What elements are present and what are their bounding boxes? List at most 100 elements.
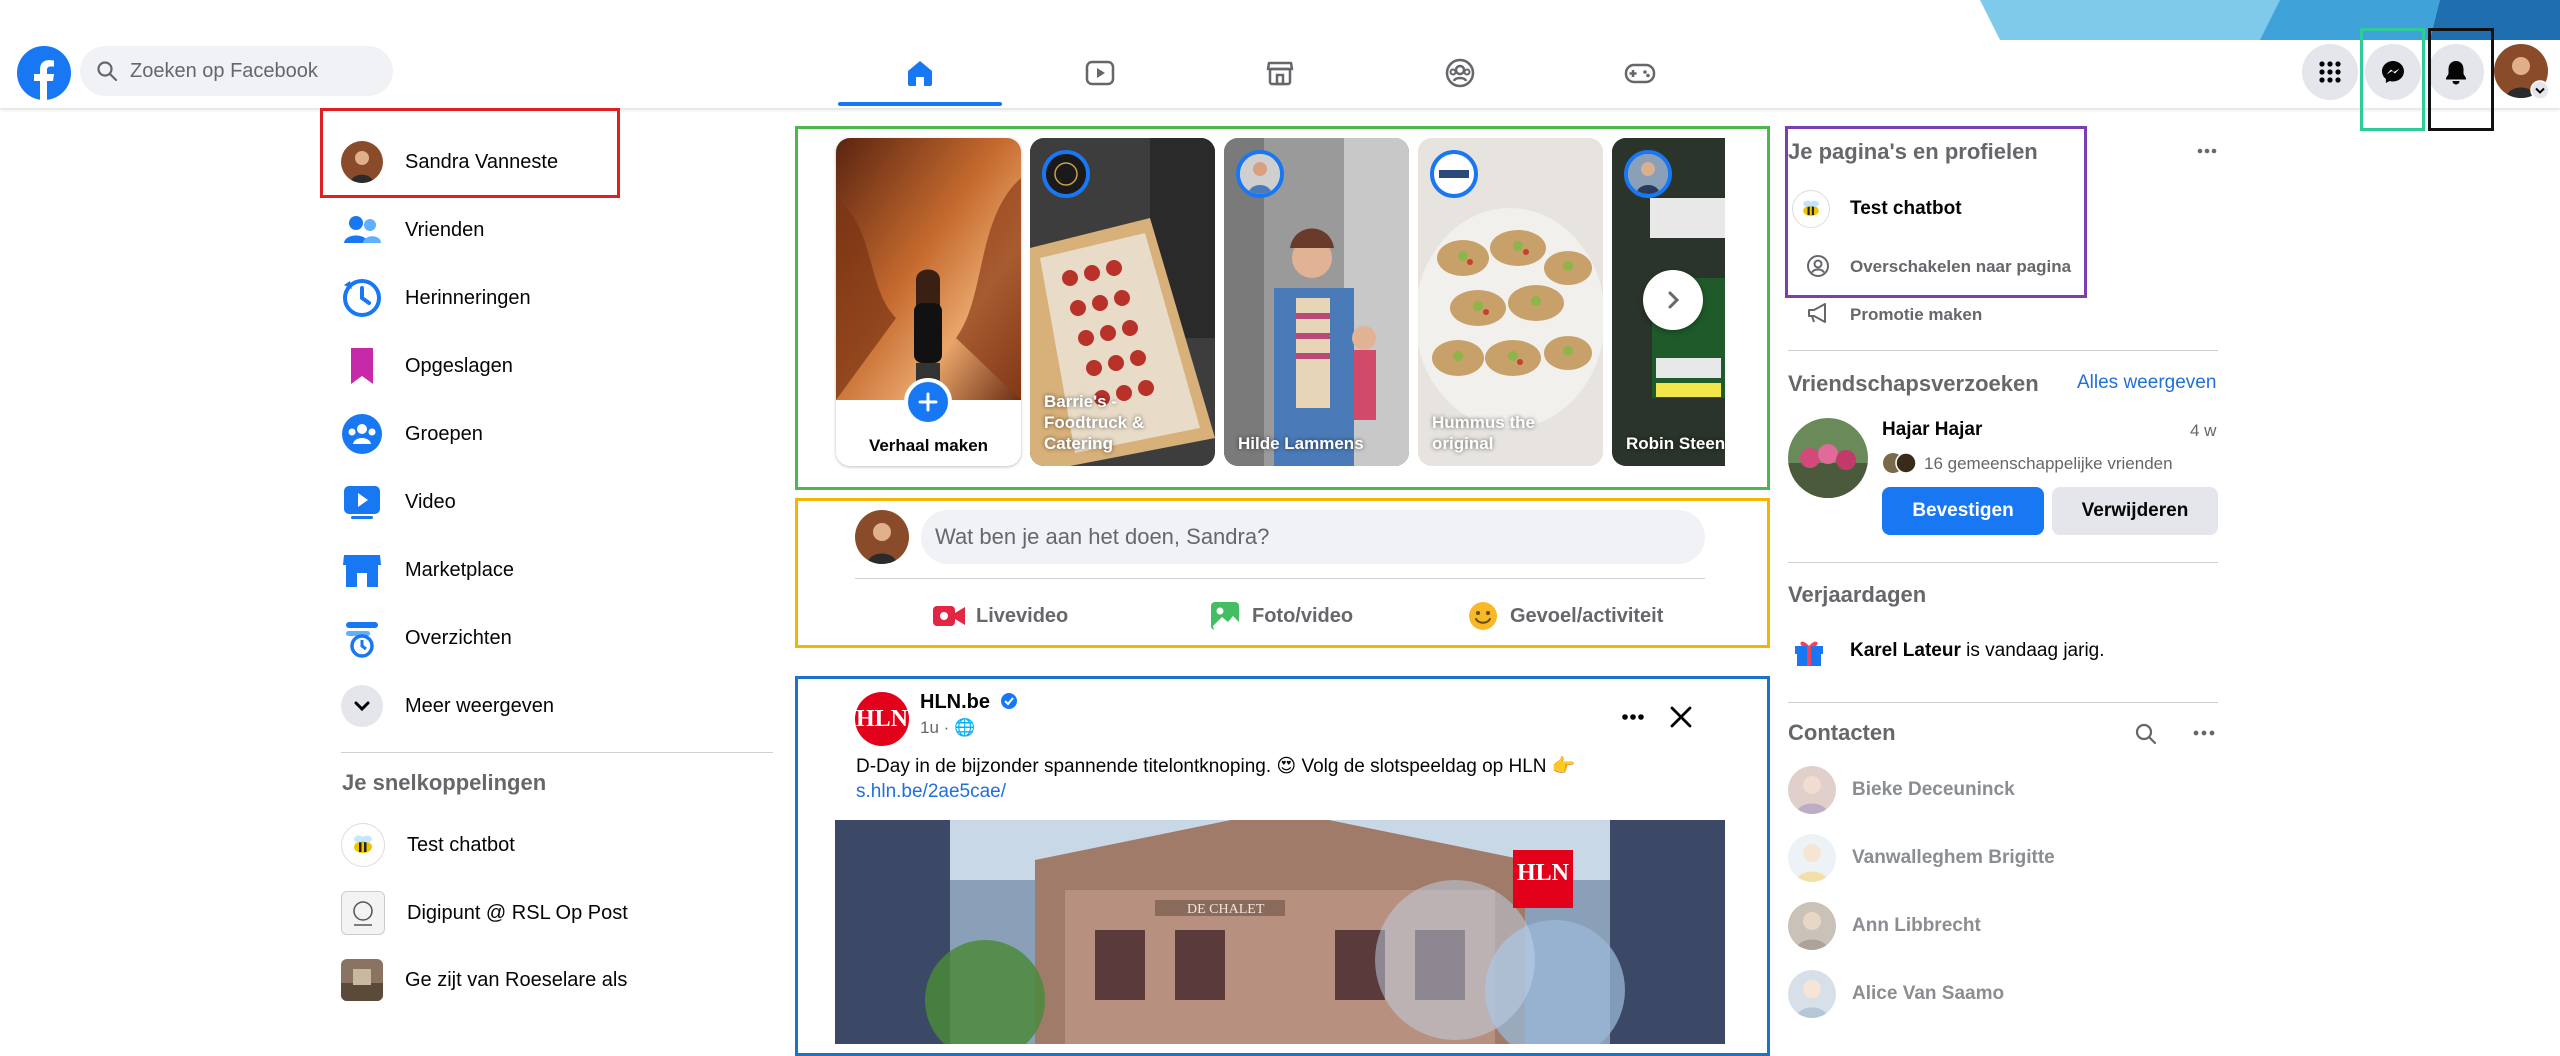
stories-next-button[interactable] (1643, 270, 1703, 330)
account-chevron-icon[interactable] (2530, 80, 2550, 100)
create-promotion-link[interactable]: Promotie maken (1850, 305, 1982, 325)
post-link[interactable]: s.hln.be/2ae5cae/ (856, 781, 1006, 803)
bee-logo-icon (1792, 190, 1830, 228)
story-card[interactable]: Hummus the original (1418, 138, 1603, 466)
story-name: Hummus the original (1432, 413, 1535, 453)
post-page-name-text: HLN.be (920, 691, 990, 713)
birthday-text[interactable]: Karel Lateur is vandaag jarig. (1850, 640, 2105, 662)
shortcut-item[interactable]: Test chatbot (341, 815, 515, 875)
search-icon (97, 61, 118, 82)
contact-item[interactable]: Bieke Deceuninck (1788, 762, 2015, 818)
post-image-sign: DE CHALET (1187, 902, 1265, 917)
feeling-activity-label: Gevoel/activiteit (1510, 604, 1664, 627)
sidebar-item-friends[interactable]: Vrienden (341, 200, 484, 260)
search-icon[interactable] (2134, 722, 2158, 746)
confirm-button[interactable]: Bevestigen (1882, 487, 2044, 535)
switch-to-page-link[interactable]: Overschakelen naar pagina (1850, 257, 2071, 277)
story-card[interactable]: Hilde Lammens (1224, 138, 1409, 466)
tab-marketplace[interactable] (1198, 42, 1362, 104)
see-all-link[interactable]: Alles weergeven (2077, 372, 2216, 394)
sidebar-item-see-more[interactable]: Meer weergeven (341, 676, 554, 736)
live-video-label: Livevideo (976, 604, 1069, 627)
pages-heading: Je pagina's en profielen (1788, 139, 2038, 164)
sidebar-profile[interactable]: Sandra Vanneste (341, 132, 558, 192)
sidebar-item-memories[interactable]: Herinneringen (341, 268, 531, 328)
mutual-friends-text: 16 gemeenschappelijke vrienden (1924, 454, 2173, 473)
groups-icon (1445, 58, 1475, 88)
shortcut-item[interactable]: Digipunt @ RSL Op Post (341, 883, 628, 943)
feeling-activity-button[interactable]: Gevoel/activiteit (1466, 596, 1663, 636)
contact-item[interactable]: Ann Libbrecht (1788, 898, 1981, 954)
search-box[interactable] (80, 46, 393, 96)
saved-bookmark-icon (341, 345, 383, 387)
gaming-icon (1624, 63, 1656, 84)
right-divider (1788, 350, 2218, 351)
sidebar-item-label: Opgeslagen (405, 354, 513, 377)
sidebar-item-groups[interactable]: Groepen (341, 404, 483, 464)
sidebar-item-label: Vrienden (405, 218, 485, 241)
shortcut-item[interactable]: Ge zijt van Roeselare als (341, 950, 627, 1010)
request-time: 4 w (2190, 421, 2217, 440)
story-card[interactable]: Barrie's - Foodtruck & Catering (1030, 138, 1215, 466)
tab-gaming[interactable] (1558, 42, 1722, 104)
tab-home[interactable] (838, 42, 1002, 106)
facebook-logo-icon[interactable] (16, 45, 72, 101)
more-options-icon[interactable] (2196, 142, 2218, 160)
live-video-button[interactable]: Livevideo (932, 596, 1068, 636)
create-story-card[interactable]: Verhaal maken (836, 138, 1021, 466)
menu-button[interactable] (2302, 44, 2358, 100)
post-meta: 1u · 🌐 (920, 718, 976, 737)
avatar[interactable] (855, 510, 909, 564)
birthdays-heading: Verjaardagen (1788, 582, 1927, 607)
delete-button[interactable]: Verwijderen (2052, 487, 2218, 535)
avatar[interactable] (1788, 418, 1868, 498)
memories-clock-icon (341, 277, 383, 319)
feeling-emoji-icon (1466, 599, 1500, 633)
birthday-suffix: is vandaag jarig. (1960, 640, 2105, 661)
sidebar-divider (341, 752, 773, 753)
story-name: Hilde Lammens (1238, 434, 1364, 453)
contact-item[interactable]: Vanwalleghem Brigitte (1788, 830, 2055, 886)
tab-video[interactable] (1018, 42, 1182, 104)
contact-item[interactable]: Alice Van Saamo (1788, 966, 2004, 1022)
sidebar-item-label: Groepen (405, 422, 483, 445)
composer-input[interactable] (921, 510, 1705, 564)
friend-requests-heading: Vriendschapsverzoeken (1788, 371, 2039, 396)
photo-video-button[interactable]: Foto/video (1208, 596, 1353, 636)
more-options-icon[interactable] (2192, 724, 2216, 742)
composer-divider (855, 578, 1705, 579)
post-text: D-Day in de bijzonder spannende titelont… (856, 756, 1576, 777)
sidebar-item-saved[interactable]: Opgeslagen (341, 336, 513, 396)
story-name: Barrie's - Foodtruck & Catering (1044, 392, 1145, 453)
create-story-label: Verhaal maken (868, 436, 989, 455)
request-name[interactable]: Hajar Hajar (1882, 419, 1982, 441)
sidebar-item-marketplace[interactable]: Marketplace (341, 540, 514, 600)
contact-name: Bieke Deceuninck (1852, 779, 2015, 800)
live-video-icon (932, 599, 966, 633)
more-options-icon[interactable] (1620, 704, 1646, 730)
close-icon[interactable] (1668, 704, 1694, 730)
groups-icon (341, 413, 383, 455)
photo-icon (1208, 599, 1242, 633)
avatar (1788, 902, 1836, 950)
marketplace-icon (341, 549, 383, 591)
sidebar-item-feeds[interactable]: Overzichten (341, 608, 512, 668)
digipunt-logo-icon (341, 891, 385, 935)
avatar (341, 141, 383, 183)
post-page-name[interactable]: HLN.be (920, 691, 1018, 714)
post-page-logo[interactable]: HLN (855, 692, 909, 746)
bee-logo-icon (341, 823, 385, 867)
page-name[interactable]: Test chatbot (1850, 198, 1962, 220)
search-input[interactable] (128, 58, 382, 84)
add-story-icon[interactable] (904, 378, 952, 426)
contact-name: Alice Van Saamo (1852, 983, 2005, 1004)
roeselare-group-icon (341, 959, 383, 1001)
sidebar-profile-name: Sandra Vanneste (405, 150, 559, 173)
post-image[interactable]: DE CHALET HLN (835, 820, 1725, 1044)
avatar (1788, 766, 1836, 814)
tab-groups[interactable] (1378, 42, 1542, 104)
video-icon (1085, 60, 1115, 86)
sidebar-item-video[interactable]: Video (341, 472, 456, 532)
megaphone-icon (1808, 303, 1826, 323)
birthday-name: Karel Lateur (1850, 640, 1961, 661)
